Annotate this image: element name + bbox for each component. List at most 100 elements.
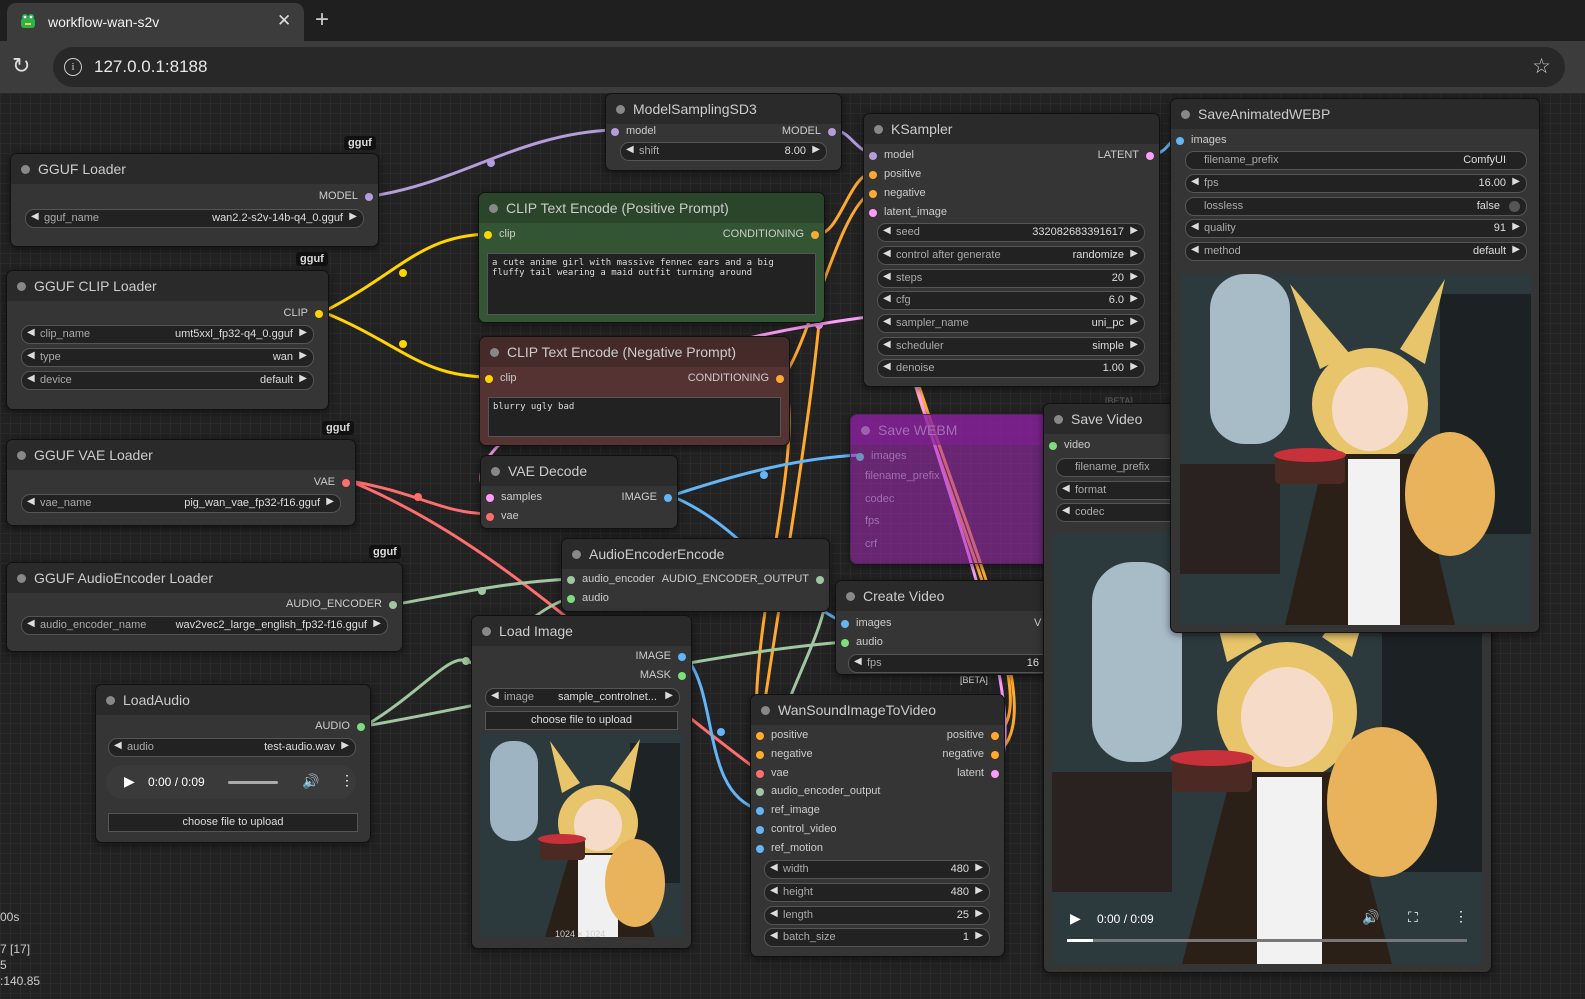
increment-arrow-icon[interactable]: ▶ bbox=[975, 885, 983, 896]
node-clip-text-encode-negative[interactable]: CLIP Text Encode (Negative Prompt) clip … bbox=[479, 336, 790, 446]
slot-in-images[interactable]: images bbox=[856, 450, 906, 462]
decrement-arrow-icon[interactable]: ◀ bbox=[883, 293, 891, 304]
increment-arrow-icon[interactable]: ▶ bbox=[373, 618, 381, 629]
fullscreen-icon[interactable]: ⛶ bbox=[1408, 909, 1418, 926]
node-save-animated-webp[interactable]: SaveAnimatedWEBP images filename_prefix C… bbox=[1170, 98, 1540, 633]
slot-in-model[interactable]: model bbox=[869, 149, 914, 161]
decrement-arrow-icon[interactable]: ◀ bbox=[27, 350, 35, 361]
slot-dot-icon[interactable] bbox=[365, 193, 373, 201]
widget-cfg[interactable]: ◀ cfg 6.0 ▶ bbox=[877, 291, 1145, 310]
slot-in-audio[interactable]: audio bbox=[567, 592, 609, 604]
slot-dot-icon[interactable] bbox=[816, 576, 824, 584]
decrement-arrow-icon[interactable]: ◀ bbox=[883, 248, 891, 259]
toggle-off-icon[interactable] bbox=[1509, 201, 1520, 212]
widget-gguf-name[interactable]: ◀ gguf_name wan2.2-s2v-14b-q4_0.gguf ▶ bbox=[25, 209, 364, 228]
slot-in-ref-image[interactable]: ref_image bbox=[756, 804, 820, 816]
increment-arrow-icon[interactable]: ▶ bbox=[1130, 271, 1138, 282]
slot-out-mask[interactable]: MASK bbox=[640, 669, 686, 681]
node-title-bar[interactable]: GGUF CLIP Loader bbox=[7, 271, 328, 301]
slot-out-audio-encoder[interactable]: AUDIO_ENCODER bbox=[286, 598, 397, 610]
slot-out-image[interactable]: IMAGE bbox=[622, 491, 672, 503]
slot-dot-icon[interactable] bbox=[841, 639, 849, 647]
decrement-arrow-icon[interactable]: ◀ bbox=[1062, 483, 1070, 494]
slot-dot-icon[interactable] bbox=[756, 751, 764, 759]
positive-prompt-textarea[interactable]: a cute anime girl with massive fennec ea… bbox=[487, 253, 816, 315]
slot-dot-icon[interactable] bbox=[756, 807, 764, 815]
slot-dot-icon[interactable] bbox=[678, 672, 686, 680]
decrement-arrow-icon[interactable]: ◀ bbox=[626, 144, 634, 155]
increment-arrow-icon[interactable]: ▶ bbox=[1512, 221, 1520, 232]
slot-in-images[interactable]: images bbox=[1176, 134, 1226, 146]
widget-filename-prefix[interactable]: filename_prefix bbox=[865, 470, 940, 482]
slot-out-model[interactable]: MODEL bbox=[319, 190, 373, 202]
slot-dot-icon[interactable] bbox=[567, 576, 575, 584]
decrement-arrow-icon[interactable]: ◀ bbox=[27, 618, 35, 629]
slot-in-latent-image[interactable]: latent_image bbox=[869, 206, 947, 218]
slot-dot-icon[interactable] bbox=[856, 453, 864, 461]
omnibox[interactable]: i 127.0.0.1:8188 ☆ bbox=[53, 47, 1565, 87]
widget-quality[interactable]: ◀ quality 91 ▶ bbox=[1185, 219, 1527, 238]
increment-arrow-icon[interactable]: ▶ bbox=[326, 496, 334, 507]
slot-dot-icon[interactable] bbox=[1176, 137, 1184, 145]
widget-lossless-toggle[interactable]: lossless false bbox=[1185, 197, 1527, 216]
slot-dot-icon[interactable] bbox=[841, 620, 849, 628]
widget-sampler-name[interactable]: ◀ sampler_name uni_pc ▶ bbox=[877, 314, 1145, 333]
decrement-arrow-icon[interactable]: ◀ bbox=[27, 496, 35, 507]
slot-dot-icon[interactable] bbox=[869, 209, 877, 217]
node-collapse-dot[interactable] bbox=[489, 204, 498, 213]
increment-arrow-icon[interactable]: ▶ bbox=[665, 690, 673, 701]
close-tab-icon[interactable]: ✕ bbox=[277, 11, 291, 31]
decrement-arrow-icon[interactable]: ◀ bbox=[1191, 244, 1199, 255]
slot-dot-icon[interactable] bbox=[486, 513, 494, 521]
slot-dot-icon[interactable] bbox=[484, 231, 492, 239]
upload-audio-button[interactable]: choose file to upload bbox=[108, 813, 358, 832]
slot-in-negative[interactable]: negative bbox=[756, 748, 813, 760]
slot-in-positive[interactable]: positive bbox=[756, 729, 808, 741]
node-title-bar[interactable]: Create Video bbox=[836, 581, 1051, 611]
node-gguf-audio-encoder-loader[interactable]: GGUF AudioEncoder Loader AUDIO_ENCODER ◀… bbox=[6, 562, 403, 652]
increment-arrow-icon[interactable]: ▶ bbox=[1130, 293, 1138, 304]
slot-dot-icon[interactable] bbox=[486, 494, 494, 502]
decrement-arrow-icon[interactable]: ◀ bbox=[883, 271, 891, 282]
widget-shift[interactable]: ◀ shift 8.00 ▶ bbox=[620, 142, 827, 161]
node-collapse-dot[interactable] bbox=[17, 451, 26, 460]
slot-dot-icon[interactable] bbox=[991, 751, 999, 759]
upload-image-button[interactable]: choose file to upload bbox=[485, 711, 678, 730]
slot-dot-icon[interactable] bbox=[776, 375, 784, 383]
slot-in-negative[interactable]: negative bbox=[869, 187, 926, 199]
slot-dot-icon[interactable] bbox=[485, 375, 493, 383]
decrement-arrow-icon[interactable]: ◀ bbox=[1062, 505, 1070, 516]
node-create-video[interactable]: Create Video images audio V ◀ fps 16 bbox=[835, 580, 1060, 675]
more-options-icon[interactable]: ⋮ bbox=[1454, 908, 1468, 925]
slot-out-latent[interactable]: LATENT bbox=[1098, 149, 1154, 161]
node-collapse-dot[interactable] bbox=[106, 696, 115, 705]
node-save-webm[interactable]: Save WEBM images filename_prefix codec f… bbox=[850, 414, 1057, 564]
slot-in-ref-motion[interactable]: ref_motion bbox=[756, 842, 823, 854]
decrement-arrow-icon[interactable]: ◀ bbox=[770, 930, 778, 941]
widget-codec[interactable]: codec bbox=[865, 493, 894, 505]
node-title-bar[interactable]: GGUF AudioEncoder Loader bbox=[7, 563, 402, 593]
widget-scheduler[interactable]: ◀ scheduler simple ▶ bbox=[877, 337, 1145, 356]
browser-tab[interactable]: workflow-wan-s2v ✕ bbox=[7, 3, 304, 41]
node-load-image[interactable]: Load Image IMAGE MASK ◀ image sample_contr… bbox=[471, 615, 692, 949]
decrement-arrow-icon[interactable]: ◀ bbox=[27, 373, 35, 384]
widget-audio-encoder-name[interactable]: ◀ audio_encoder_name wav2vec2_large_englis… bbox=[21, 616, 388, 635]
widget-seed[interactable]: ◀ seed 332082683391617 ▶ bbox=[877, 223, 1145, 242]
node-wan-sound-image-to-video[interactable]: WanSoundImageToVideo positive negative v… bbox=[750, 694, 1005, 957]
slot-out-audio[interactable]: AUDIO bbox=[315, 720, 365, 732]
node-collapse-dot[interactable] bbox=[17, 574, 26, 583]
increment-arrow-icon[interactable]: ▶ bbox=[812, 144, 820, 155]
widget-length[interactable]: ◀ length 25 ▶ bbox=[764, 906, 990, 925]
widget-image-file[interactable]: ◀ image sample_controlnet... ▶ bbox=[485, 688, 680, 707]
node-gguf-vae-loader[interactable]: GGUF VAE Loader VAE ◀ vae_name pig_wan_vae… bbox=[6, 439, 356, 526]
increment-arrow-icon[interactable]: ▶ bbox=[299, 373, 307, 384]
decrement-arrow-icon[interactable]: ◀ bbox=[854, 656, 862, 667]
widget-steps[interactable]: ◀ steps 20 ▶ bbox=[877, 269, 1145, 288]
slot-dot-icon[interactable] bbox=[357, 723, 365, 731]
node-title-bar[interactable]: WanSoundImageToVideo bbox=[751, 695, 1004, 725]
volume-icon[interactable]: 🔊 bbox=[1362, 909, 1379, 926]
widget-height[interactable]: ◀ height 480 ▶ bbox=[764, 883, 990, 902]
node-canvas[interactable]: gguf gguf gguf gguf ModelSamplingSD3 mod… bbox=[0, 93, 1585, 999]
slot-dot-icon[interactable] bbox=[869, 190, 877, 198]
widget-denoise[interactable]: ◀ denoise 1.00 ▶ bbox=[877, 359, 1145, 378]
